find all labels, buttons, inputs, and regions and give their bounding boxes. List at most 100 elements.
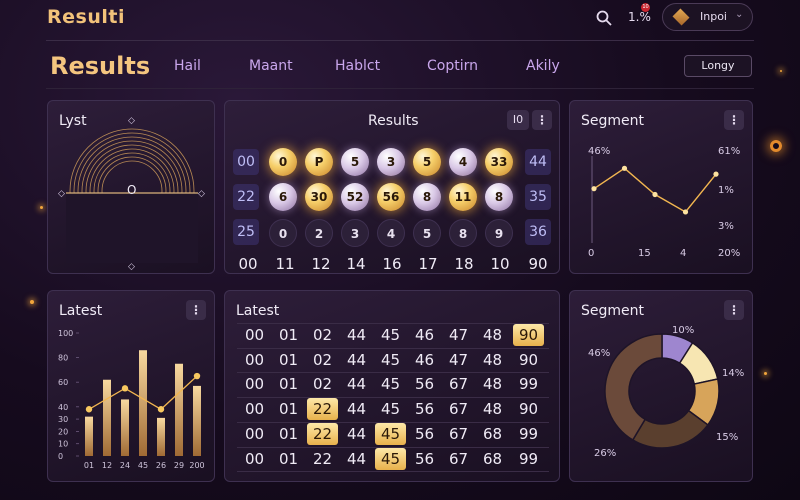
result-ball: 5	[413, 219, 441, 247]
table-cell: 46	[414, 351, 435, 369]
x-tick-label: 01	[84, 461, 94, 470]
table-cell: 48	[482, 400, 503, 418]
table-cell: 01	[278, 450, 299, 468]
table-cell: 44	[346, 425, 367, 443]
result-ball: 52	[341, 183, 369, 211]
table-cell: 67	[448, 450, 469, 468]
percent-indicator[interactable]: 1.%	[628, 10, 651, 24]
table-cell: 22	[312, 450, 333, 468]
lyst-panel: Lyst ◇ ◇ ◇ ◇ O	[47, 100, 215, 274]
left-number: 22	[233, 184, 259, 210]
results-panel: Results I0 ⋮ 00 22 25 44 35 36 0 P 5 3 5 4 33 6…	[224, 100, 560, 274]
result-ball: 33	[485, 148, 513, 176]
grid-line	[237, 348, 549, 349]
bar	[103, 379, 111, 456]
latest-bar-panel: Latest ⋮ 0 10 20 30 40 60 80 100 01 12 24 45 26 29 200	[47, 290, 215, 482]
y-tick-label: 40	[58, 403, 68, 412]
donut-slice	[631, 409, 709, 449]
segment-line-panel: Segment ⋮ 46% 0 61% 1% 3% 20% 15 4	[569, 100, 753, 274]
left-number: 00	[233, 149, 259, 175]
table-cell: 46	[414, 326, 435, 344]
result-ball: 4	[377, 219, 405, 247]
kebab-menu-icon[interactable]: ⋮	[532, 110, 552, 130]
nav-item-hablct[interactable]: Hablct	[335, 58, 380, 74]
result-number: 90	[528, 255, 548, 273]
grid-line	[237, 422, 549, 423]
result-ball: 3	[341, 219, 369, 247]
result-number: 12	[311, 255, 331, 273]
table-cell: 44	[346, 450, 367, 468]
table-cell: 56	[414, 450, 435, 468]
table-cell: 45	[375, 423, 406, 445]
table-cell: 00	[244, 351, 265, 369]
result-ball: 5	[413, 148, 441, 176]
axis-label: 3%	[718, 221, 734, 232]
table-cell: 56	[414, 375, 435, 393]
result-ball: 30	[305, 183, 333, 211]
bar	[193, 385, 201, 456]
longy-button[interactable]: Longy	[684, 55, 752, 77]
table-cell: 56	[414, 425, 435, 443]
result-ball: 6	[269, 183, 297, 211]
table-cell: 48	[482, 326, 503, 344]
table-cell: 48	[482, 375, 503, 393]
result-ball: 9	[485, 219, 513, 247]
table-cell: 47	[448, 351, 469, 369]
grid-line	[237, 447, 549, 448]
trend-point	[157, 406, 165, 413]
table-cell: 00	[244, 375, 265, 393]
result-number: 17	[418, 255, 438, 273]
search-icon[interactable]	[595, 9, 613, 27]
donut-label: 10%	[672, 325, 695, 336]
table-cell: 99	[518, 425, 539, 443]
result-ball: 5	[341, 148, 369, 176]
result-ball: 8	[413, 183, 441, 211]
table-cell: 00	[244, 425, 265, 443]
table-cell: 22	[307, 398, 338, 420]
donut-label: 15%	[716, 432, 739, 443]
table-cell: 45	[380, 375, 401, 393]
y-tick-label: 20	[58, 427, 68, 436]
table-cell: 90	[518, 351, 539, 369]
grid-line	[237, 471, 549, 472]
axis-label: 15	[638, 248, 651, 259]
result-ball: 11	[449, 183, 477, 211]
result-number: 10	[490, 255, 510, 273]
table-cell: 00	[244, 400, 265, 418]
table-cell: 44	[346, 375, 367, 393]
table-cell: 45	[380, 400, 401, 418]
result-number: 18	[454, 255, 474, 273]
bar	[175, 363, 183, 456]
result-ball: 8	[449, 219, 477, 247]
nav-item-coptirn[interactable]: Coptirn	[427, 58, 478, 74]
latest-bar-chart: 0 10 20 30 40 60 80 100 01 12 24 45 26 29 200	[58, 329, 205, 470]
nav-item-akily[interactable]: Akily	[526, 58, 560, 74]
right-number: 44	[525, 149, 551, 175]
result-ball: 0	[269, 219, 297, 247]
nav-item-maant[interactable]: Maant	[249, 58, 293, 74]
svg-text:◇: ◇	[58, 189, 65, 199]
x-tick-label: 200	[189, 461, 204, 470]
page-title: Results	[50, 52, 151, 80]
user-menu[interactable]: Inpoi ⌄	[662, 3, 753, 31]
bar	[85, 416, 93, 456]
axis-label: 1%	[718, 185, 734, 196]
results-tag[interactable]: I0	[507, 110, 529, 130]
brand-logo[interactable]: Resulti	[47, 6, 125, 28]
result-ball: 56	[377, 183, 405, 211]
table-cell: 44	[346, 400, 367, 418]
nav-item-hail[interactable]: Hail	[174, 58, 201, 74]
table-cell: 56	[414, 400, 435, 418]
nav-row: Results Hail Maant Hablct Coptirn Akily …	[0, 50, 800, 86]
right-number: 36	[525, 219, 551, 245]
x-tick-label: 24	[120, 461, 130, 470]
bar	[139, 350, 147, 456]
trend-point	[121, 385, 129, 392]
table-cell: 68	[482, 450, 503, 468]
avatar-icon	[672, 8, 690, 26]
series-line	[593, 167, 717, 213]
table-cell: 02	[312, 375, 333, 393]
result-number: 14	[346, 255, 366, 273]
axis-label: 4	[680, 248, 687, 259]
result-ball: 8	[485, 183, 513, 211]
